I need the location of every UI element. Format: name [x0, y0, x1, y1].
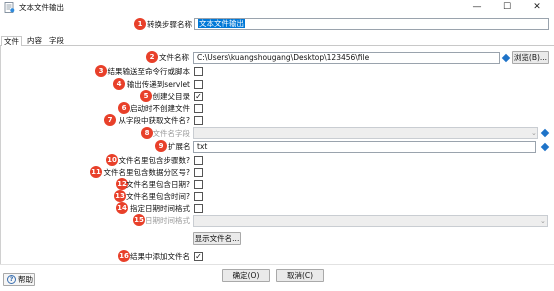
filename-input[interactable]: C:\Users\kuangshougang\Desktop\123456\fi…	[193, 52, 500, 64]
help-label: 帮助	[18, 275, 33, 284]
no-create-on-start-label: 启动时不创建文件	[130, 104, 190, 113]
cancel-button[interactable]: 取消(C)	[276, 269, 324, 282]
include-time-label: 文件名里包含时间?	[126, 192, 190, 201]
extension-input[interactable]: txt	[193, 141, 536, 153]
step-name-value: 文本文件输出	[198, 19, 245, 28]
show-filename-button[interactable]: 显示文件名...	[193, 232, 241, 245]
pass-to-servlet-checkbox[interactable]	[194, 80, 203, 89]
tab-strip-divider	[0, 45, 554, 46]
include-date-checkbox[interactable]	[194, 180, 203, 189]
include-stepnr-checkbox[interactable]	[194, 156, 203, 165]
filename-field-label: 文件名字段	[152, 129, 191, 138]
filename-field-select[interactable]	[193, 127, 538, 139]
pass-to-servlet-label: 输出传递到servlet	[126, 80, 190, 89]
specify-format-label: 指定日期时间格式	[130, 204, 190, 213]
include-partnr-label: 文件名里包含数据分区号?	[103, 168, 190, 177]
window-title: 文本文件输出	[19, 3, 64, 12]
tab-file[interactable]: 文件	[1, 36, 22, 46]
pass-to-cmd-checkbox[interactable]	[194, 67, 203, 76]
maximize-button[interactable]: ☐	[492, 0, 522, 16]
include-date-label: 文件名里包含日期?	[126, 180, 190, 189]
filename-from-field-checkbox[interactable]	[194, 116, 203, 125]
no-create-on-start-checkbox[interactable]	[194, 104, 203, 113]
help-icon: ?	[7, 275, 16, 284]
browse-button[interactable]: 浏览(B)...	[512, 51, 549, 64]
create-parent-checkbox[interactable]: ✓	[194, 92, 203, 101]
app-icon	[4, 2, 15, 13]
step-name-label: 转换步骤名称	[147, 20, 192, 29]
filename-from-field-label: 从字段中获取文件名?	[118, 116, 190, 125]
annotation-badge-2: 2	[146, 51, 158, 63]
annotation-badge-9: 9	[155, 140, 167, 152]
include-stepnr-label: 文件名里包含步骤数?	[118, 156, 190, 165]
create-parent-label: 创建父目录	[152, 92, 191, 101]
add-to-result-label: 结果中添加文件名	[130, 252, 190, 261]
extension-label: 扩展名	[168, 142, 191, 151]
minimize-button[interactable]: —	[462, 0, 492, 16]
add-to-result-checkbox[interactable]: ✓	[194, 252, 203, 261]
date-format-label: 日期时间格式	[145, 216, 190, 225]
tab-fields[interactable]: 字段	[47, 36, 66, 46]
ok-button[interactable]: 确定(O)	[222, 269, 270, 282]
include-partnr-checkbox[interactable]	[194, 168, 203, 177]
date-format-select[interactable]	[193, 215, 548, 227]
help-button[interactable]: ? 帮助	[3, 273, 35, 286]
annotation-badge-1: 1	[134, 18, 146, 30]
step-name-input[interactable]: 文本文件输出	[194, 18, 549, 30]
chevron-down-icon: ⌄	[540, 217, 546, 225]
close-button[interactable]: ✕	[522, 0, 552, 16]
chevron-down-icon: ⌄	[531, 129, 537, 137]
tab-content[interactable]: 内容	[25, 36, 44, 46]
footer-divider	[0, 264, 554, 265]
filename-label: 文件名称	[159, 53, 189, 62]
specify-format-checkbox[interactable]	[194, 204, 203, 213]
tab-panel	[0, 45, 554, 265]
pass-to-cmd-label: 结果输送至命令行或脚本	[107, 67, 191, 76]
include-time-checkbox[interactable]	[194, 192, 203, 201]
